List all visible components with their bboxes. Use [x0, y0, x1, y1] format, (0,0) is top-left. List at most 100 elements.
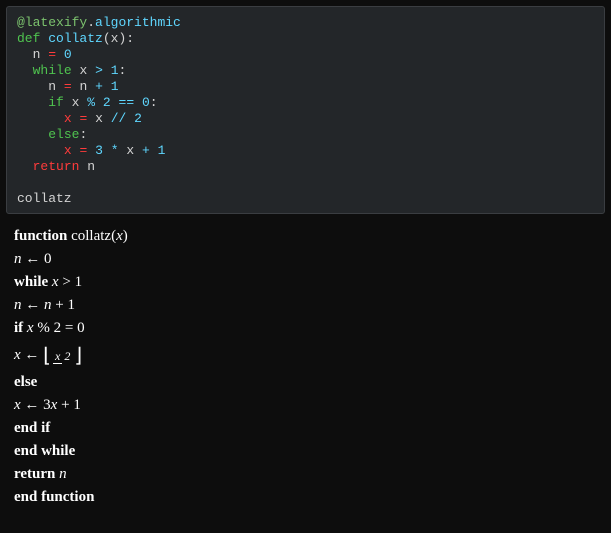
num-2: 2: [103, 95, 111, 110]
var-n: n: [48, 79, 56, 94]
plus-op: +: [55, 297, 63, 313]
eq-op: =: [65, 320, 73, 336]
num-0: 0: [142, 95, 150, 110]
code-line-9: x = 3 * x + 1: [17, 143, 594, 159]
num-2: 2: [54, 320, 62, 336]
assign: =: [79, 143, 87, 158]
num-1: 1: [73, 397, 81, 413]
var-n: n: [59, 466, 67, 482]
var-x: x: [51, 397, 58, 413]
num-1: 1: [67, 297, 75, 313]
var-n: n: [87, 159, 95, 174]
algo-while: while x > 1: [14, 274, 601, 291]
function-name: collatz: [48, 31, 103, 46]
dot: .: [87, 15, 95, 30]
num-1: 1: [111, 79, 119, 94]
code-line-4: while x > 1:: [17, 63, 594, 79]
endif-keyword: end if: [14, 420, 50, 436]
num-0: 0: [64, 47, 72, 62]
plus-op: +: [142, 143, 150, 158]
call-collatz: collatz: [17, 191, 72, 206]
algorithm-output: function collatz(x) n ← 0 while x > 1 n …: [14, 228, 601, 506]
decorator-attr: algorithmic: [95, 15, 181, 30]
algo-endwhile: end while: [14, 443, 601, 460]
colon: :: [119, 63, 127, 78]
endfunction-keyword: end function: [14, 489, 94, 505]
mod-op: %: [87, 95, 95, 110]
var-x: x: [95, 111, 103, 126]
floor-expr: ⌊x2⌋: [43, 343, 82, 368]
var-x: x: [126, 143, 134, 158]
code-line-7: x = x // 2: [17, 111, 594, 127]
algo-assign-n-0: n ← 0: [14, 251, 601, 268]
num-0: 0: [44, 251, 52, 267]
arrow-icon: ←: [25, 251, 40, 267]
code-line-5: n = n + 1: [17, 79, 594, 95]
var-x: x: [14, 347, 21, 363]
lfloor-icon: ⌊: [43, 345, 51, 367]
code-line-10: return n: [17, 159, 594, 175]
assign: =: [79, 111, 87, 126]
else-keyword: else: [14, 374, 37, 390]
var-x-assign: x: [64, 143, 72, 158]
assign: =: [64, 79, 72, 94]
var-n: n: [33, 47, 41, 62]
var-n: n: [14, 251, 22, 267]
num-1: 1: [111, 63, 119, 78]
algo-endfunction: end function: [14, 489, 601, 506]
colon: :: [126, 31, 134, 46]
paren-close: ): [123, 228, 128, 244]
arrow-icon: ←: [25, 297, 40, 313]
algo-param: x: [116, 228, 123, 244]
var-x: x: [14, 397, 21, 413]
function-keyword: function: [14, 228, 67, 244]
endwhile-keyword: end while: [14, 443, 75, 459]
num-2: 2: [134, 111, 142, 126]
num-0: 0: [77, 320, 85, 336]
num-3: 3: [43, 397, 51, 413]
eqeq-op: ==: [119, 95, 135, 110]
gt-op: >: [62, 274, 70, 290]
var-x: x: [79, 63, 87, 78]
algo-x-3x1: x ← 3x + 1: [14, 397, 601, 414]
else-keyword: else: [48, 127, 79, 142]
var-x: x: [72, 95, 80, 110]
star-op: *: [111, 143, 119, 158]
algo-function-header: function collatz(x): [14, 228, 601, 245]
assign: =: [48, 47, 56, 62]
while-keyword: while: [14, 274, 48, 290]
floordiv-op: //: [111, 111, 127, 126]
frac-numerator: x: [53, 349, 62, 364]
algo-return: return n: [14, 466, 601, 483]
plus-op: +: [95, 79, 103, 94]
rfloor-icon: ⌋: [74, 345, 82, 367]
algo-else: else: [14, 374, 601, 391]
num-3: 3: [95, 143, 103, 158]
paren-open: (: [103, 31, 111, 46]
code-line-1: @latexify.algorithmic: [17, 15, 594, 31]
arrow-icon: ←: [24, 347, 39, 363]
def-keyword: def: [17, 31, 40, 46]
decorator-module: latexify: [25, 15, 87, 30]
decorator-at: @: [17, 15, 25, 30]
colon: :: [79, 127, 87, 142]
return-keyword: return: [14, 466, 55, 482]
algo-incr-n: n ← n + 1: [14, 297, 601, 314]
code-cell[interactable]: @latexify.algorithmic def collatz(x): n …: [6, 6, 605, 214]
var-n: n: [44, 297, 52, 313]
colon: :: [150, 95, 158, 110]
var-x: x: [27, 320, 34, 336]
if-keyword: if: [14, 320, 23, 336]
algo-x-floor: x ← ⌊x2⌋: [14, 343, 601, 368]
gt-op: >: [95, 63, 103, 78]
var-x: x: [52, 274, 59, 290]
algo-name: collatz: [71, 228, 111, 244]
code-line-8: else:: [17, 127, 594, 143]
fraction: x2: [53, 350, 72, 362]
num-1: 1: [158, 143, 166, 158]
code-blank: [17, 175, 594, 191]
arrow-icon: ←: [24, 397, 39, 413]
mod-op: %: [37, 320, 50, 336]
code-line-3: n = 0: [17, 47, 594, 63]
frac-denominator: 2: [62, 349, 72, 363]
